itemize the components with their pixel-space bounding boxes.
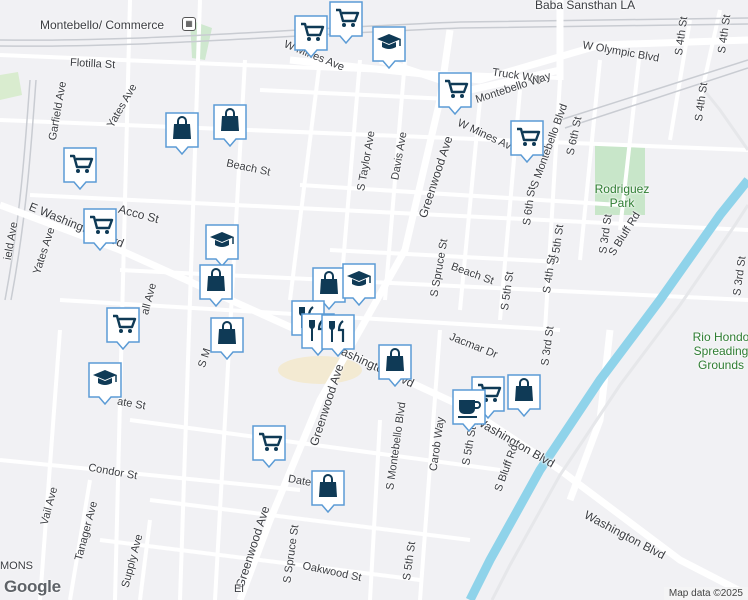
shop-marker[interactable] bbox=[212, 103, 248, 147]
map-attribution[interactable]: Map data ©2025 bbox=[663, 587, 748, 600]
grocery-marker[interactable] bbox=[509, 119, 545, 163]
train-station-icon[interactable]: ▦ bbox=[182, 17, 196, 31]
school-icon bbox=[342, 263, 376, 306]
shopping-cart-icon bbox=[83, 208, 117, 251]
shop-marker[interactable] bbox=[209, 316, 245, 360]
plaza-area bbox=[278, 356, 362, 384]
grocery-marker[interactable] bbox=[62, 146, 98, 190]
shopping-cart-icon bbox=[294, 15, 328, 58]
shopping-bag-icon bbox=[378, 344, 412, 387]
shopping-bag-icon bbox=[311, 470, 345, 513]
cafe-icon bbox=[452, 389, 486, 432]
shopping-cart-icon bbox=[63, 147, 97, 190]
shopping-cart-icon bbox=[438, 72, 472, 115]
shop-marker[interactable] bbox=[377, 343, 413, 387]
shop-marker[interactable] bbox=[310, 469, 346, 513]
shop-marker[interactable] bbox=[164, 111, 200, 155]
school-marker[interactable] bbox=[371, 25, 407, 69]
school-icon bbox=[88, 362, 122, 405]
shopping-bag-icon bbox=[165, 112, 199, 155]
google-logo: Google bbox=[4, 577, 61, 596]
shopping-cart-icon bbox=[329, 1, 363, 44]
school-marker[interactable] bbox=[87, 361, 123, 405]
restaurant-icon bbox=[321, 314, 355, 357]
shopping-bag-icon bbox=[213, 104, 247, 147]
grocery-marker[interactable] bbox=[251, 424, 287, 468]
shop-marker[interactable] bbox=[198, 263, 234, 307]
grocery-marker[interactable] bbox=[328, 0, 364, 44]
shopping-bag-icon bbox=[199, 264, 233, 307]
grocery-marker[interactable] bbox=[437, 71, 473, 115]
school-marker[interactable] bbox=[341, 262, 377, 306]
shopping-cart-icon bbox=[252, 425, 286, 468]
grocery-marker[interactable] bbox=[105, 306, 141, 350]
grocery-marker[interactable] bbox=[82, 207, 118, 251]
shopping-bag-icon bbox=[210, 317, 244, 360]
grocery-marker[interactable] bbox=[293, 14, 329, 58]
cafe-marker[interactable] bbox=[451, 388, 487, 432]
shopping-cart-icon bbox=[510, 120, 544, 163]
school-icon bbox=[372, 26, 406, 69]
restaurant-marker[interactable] bbox=[320, 313, 356, 357]
school-marker[interactable] bbox=[204, 223, 240, 267]
shop-marker[interactable] bbox=[506, 373, 542, 417]
shopping-bag-icon bbox=[507, 374, 541, 417]
school-icon bbox=[205, 224, 239, 267]
shopping-cart-icon bbox=[106, 307, 140, 350]
